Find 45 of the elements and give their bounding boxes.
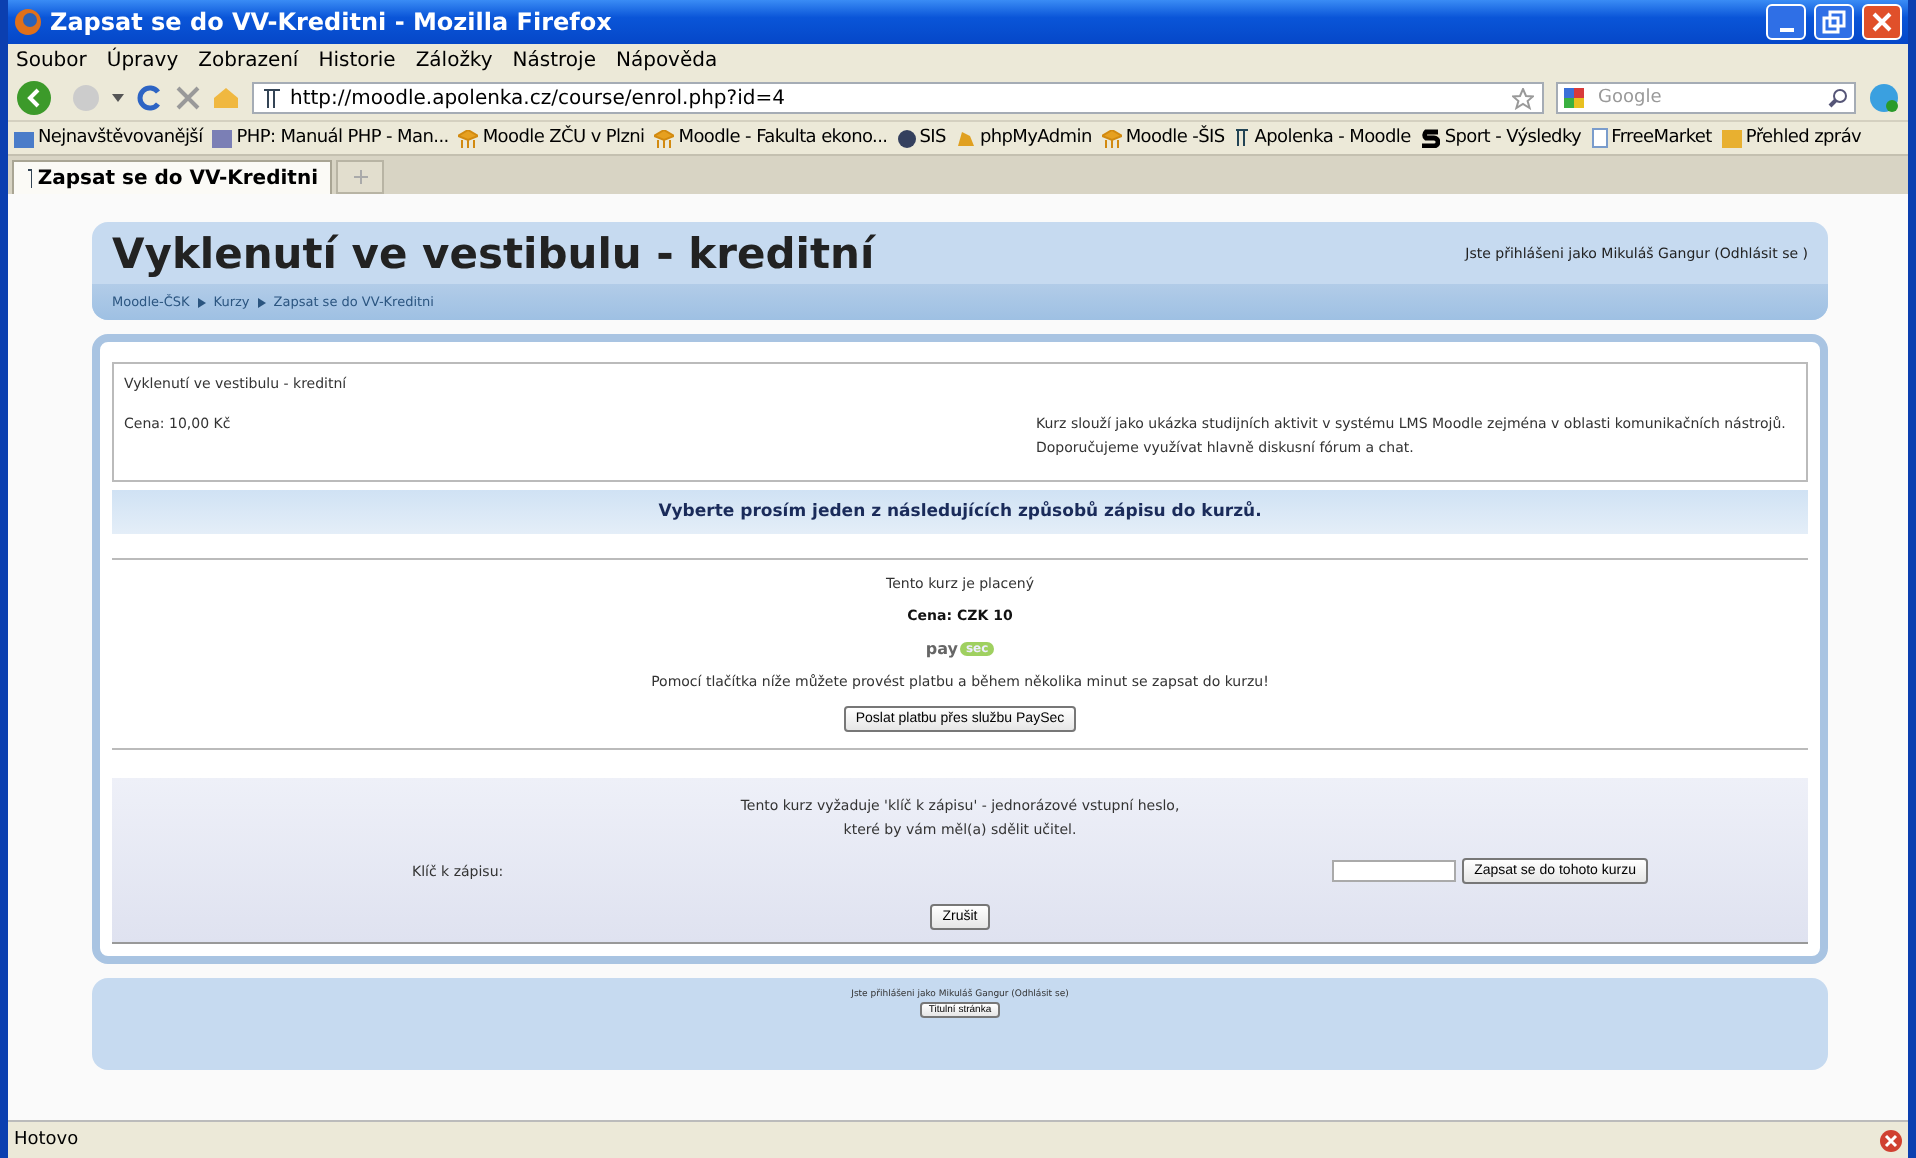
star-icon[interactable]	[1512, 87, 1534, 109]
bookmark-item[interactable]: Moodle -ŠIS	[1101, 128, 1225, 148]
separator-icon	[257, 297, 266, 307]
bookmark-item[interactable]: Sport - Výsledky	[1420, 128, 1582, 148]
restore-button[interactable]	[1814, 4, 1854, 40]
menu-item[interactable]: Soubor	[16, 49, 87, 71]
bookmark-item[interactable]: phpMyAdmin	[955, 128, 1092, 148]
page-icon	[1591, 128, 1608, 148]
minimize-button[interactable]	[1766, 4, 1806, 40]
menu-item[interactable]: Úpravy	[106, 49, 179, 71]
status-text: Hotovo	[14, 1130, 79, 1150]
restore-icon	[1822, 10, 1846, 34]
bookmark-item[interactable]: Nejnavštěvovanější	[14, 128, 203, 148]
menu-item[interactable]: Zobrazení	[198, 49, 299, 71]
search-icon[interactable]	[1828, 88, 1848, 108]
menu-item[interactable]: Nápověda	[615, 49, 718, 71]
window-title: Zapsat se do VV-Kreditni - Mozilla Firefox	[50, 8, 614, 36]
menu-item[interactable]: Nástroje	[512, 49, 596, 71]
bookmark-item[interactable]: PHP: Manuál PHP - Man...	[212, 128, 449, 148]
course-heading: Vyklenutí ve vestibulu - kreditní	[112, 230, 875, 278]
error-icon	[1880, 1129, 1902, 1151]
s-logo-icon	[1420, 128, 1441, 148]
bookmark-item[interactable]: Moodle - Fakulta ekono...	[654, 128, 888, 148]
separator-icon	[197, 297, 206, 307]
address-field[interactable]: http://moodle.apolenka.cz/course/enrol.php?id=4	[252, 82, 1544, 114]
hat-icon	[1101, 129, 1122, 147]
hat-icon	[654, 129, 675, 147]
bookmark-item[interactable]: SIS	[897, 128, 946, 148]
plus-icon	[353, 170, 367, 184]
menu-item[interactable]: Záložky	[415, 49, 493, 71]
hat-icon	[458, 129, 479, 147]
reload-icon[interactable]	[136, 84, 164, 112]
bookmark-item[interactable]: Apolenka - Moodle	[1234, 128, 1411, 148]
menu-item[interactable]: Historie	[318, 49, 396, 71]
dropdown-arrow-icon[interactable]	[112, 94, 124, 102]
minimize-icon	[1779, 28, 1793, 32]
stop-icon[interactable]	[176, 86, 200, 110]
key-input-field[interactable]	[1332, 860, 1457, 882]
bookmark-item[interactable]: Přehled zpráv	[1721, 128, 1862, 148]
bookmark-item[interactable]: FrreeMarket	[1591, 128, 1712, 148]
browser-tab[interactable]: Zapsat se do VV-Kreditni	[12, 160, 332, 194]
close-icon	[1872, 12, 1892, 32]
close-button[interactable]	[1862, 4, 1902, 40]
section-heading: Vyberte prosím jeden z následujících způsobů zápisu do kurzů.	[112, 490, 1808, 534]
bookmark-item[interactable]: Moodle ZČU v Plzni	[458, 128, 645, 148]
